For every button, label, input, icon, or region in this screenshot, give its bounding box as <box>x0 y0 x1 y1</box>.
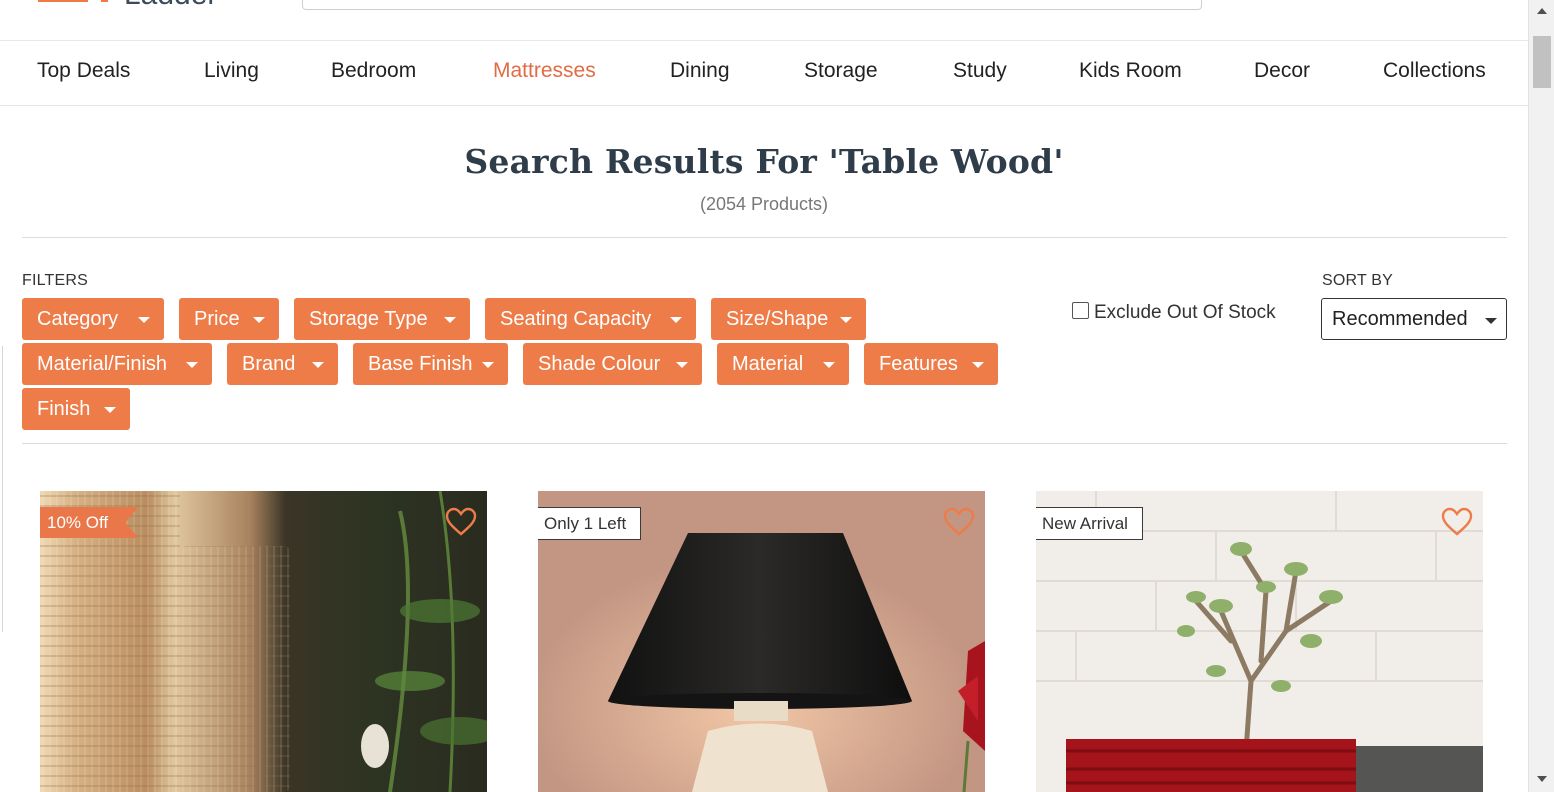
filter-label: Seating Capacity <box>500 308 652 330</box>
filters-label: FILTERS <box>22 272 89 289</box>
search-input[interactable] <box>302 0 1202 10</box>
divider <box>22 443 1507 444</box>
scrollbar-thumb[interactable] <box>1533 36 1551 88</box>
main-nav: Top Deals Living Bedroom Mattresses Dini… <box>0 41 1528 106</box>
filter-label: Base Finish <box>368 353 473 375</box>
nav-item-top-deals[interactable]: Top Deals <box>37 59 130 83</box>
caret-down-icon <box>444 317 456 323</box>
product-card[interactable]: New Arrival <box>1036 491 1483 792</box>
filter-size-shape[interactable]: Size/Shape <box>711 298 866 340</box>
page-scrollbar[interactable] <box>1528 0 1554 792</box>
caret-down-icon <box>840 317 852 323</box>
filter-finish[interactable]: Finish <box>22 388 130 430</box>
filter-brand[interactable]: Brand <box>227 343 338 385</box>
nav-item-collections[interactable]: Collections <box>1383 59 1486 83</box>
caret-down-icon <box>312 362 324 368</box>
heart-outline-icon[interactable] <box>445 507 477 537</box>
caret-down-icon <box>676 362 688 368</box>
filter-shade-colour[interactable]: Shade Colour <box>523 343 702 385</box>
side-edge <box>0 346 3 632</box>
caret-down-icon <box>104 407 116 413</box>
discount-badge: 10% Off <box>40 507 139 538</box>
filter-label: Material <box>732 353 804 375</box>
nav-item-bedroom[interactable]: Bedroom <box>331 59 416 83</box>
logo-text[interactable]: Ladder <box>124 0 217 12</box>
exclude-out-of-stock-label: Exclude Out Of Stock <box>1094 302 1276 323</box>
site-header: Ladder <box>0 0 1528 41</box>
filter-base-finish[interactable]: Base Finish <box>353 343 508 385</box>
filter-label: Material/Finish <box>37 353 168 375</box>
nav-item-living[interactable]: Living <box>204 59 259 83</box>
caret-down-icon <box>186 362 198 368</box>
filter-category[interactable]: Category <box>22 298 164 340</box>
filter-material[interactable]: Material <box>717 343 849 385</box>
exclude-out-of-stock-checkbox[interactable] <box>1072 302 1089 319</box>
filter-label: Brand <box>242 353 296 375</box>
nav-item-dining[interactable]: Dining <box>670 59 730 83</box>
nav-item-kids-room[interactable]: Kids Room <box>1079 59 1182 83</box>
exclude-out-of-stock[interactable]: Exclude Out Of Stock <box>1072 302 1276 324</box>
logo-mark[interactable] <box>38 0 88 2</box>
divider <box>22 237 1507 238</box>
caret-down-icon <box>253 317 265 323</box>
caret-down-icon <box>1485 318 1497 324</box>
filter-label: Category <box>37 308 119 330</box>
sort-select[interactable]: Recommended <box>1321 298 1507 340</box>
caret-down-icon <box>823 362 835 368</box>
product-count: (2054 Products) <box>699 194 829 214</box>
filter-features[interactable]: Features <box>864 343 998 385</box>
caret-down-icon <box>138 317 150 323</box>
filter-label: Size/Shape <box>726 308 829 330</box>
caret-down-icon <box>972 362 984 368</box>
caret-down-icon <box>482 362 494 368</box>
sort-label: SORT BY <box>1322 272 1394 289</box>
filter-label: Storage Type <box>309 308 428 330</box>
caret-down-icon <box>670 317 682 323</box>
logo-bar <box>101 0 108 2</box>
product-card[interactable]: 10% Off <box>40 491 487 792</box>
filter-label: Price <box>194 308 240 330</box>
sort-selected-value: Recommended <box>1332 308 1468 330</box>
page-title: Search Results For 'Table Wood' <box>464 142 1064 181</box>
filter-label: Finish <box>37 398 91 420</box>
stock-badge: Only 1 Left <box>538 507 642 540</box>
nav-item-storage[interactable]: Storage <box>804 59 878 83</box>
product-card[interactable]: Only 1 Left <box>538 491 985 792</box>
scroll-down-arrow-icon[interactable] <box>1537 776 1547 782</box>
new-arrival-badge: New Arrival <box>1036 507 1143 540</box>
filter-seating-capacity[interactable]: Seating Capacity <box>485 298 696 340</box>
filter-label: Shade Colour <box>538 353 661 375</box>
scroll-up-arrow-icon[interactable] <box>1537 8 1547 14</box>
nav-item-decor[interactable]: Decor <box>1254 59 1310 83</box>
heart-outline-icon[interactable] <box>943 507 975 537</box>
heart-outline-icon[interactable] <box>1441 507 1473 537</box>
filter-label: Features <box>879 353 958 375</box>
filter-price[interactable]: Price <box>179 298 279 340</box>
filter-storage-type[interactable]: Storage Type <box>294 298 470 340</box>
nav-item-mattresses[interactable]: Mattresses <box>493 59 596 83</box>
filter-material-finish[interactable]: Material/Finish <box>22 343 212 385</box>
nav-item-study[interactable]: Study <box>953 59 1007 83</box>
